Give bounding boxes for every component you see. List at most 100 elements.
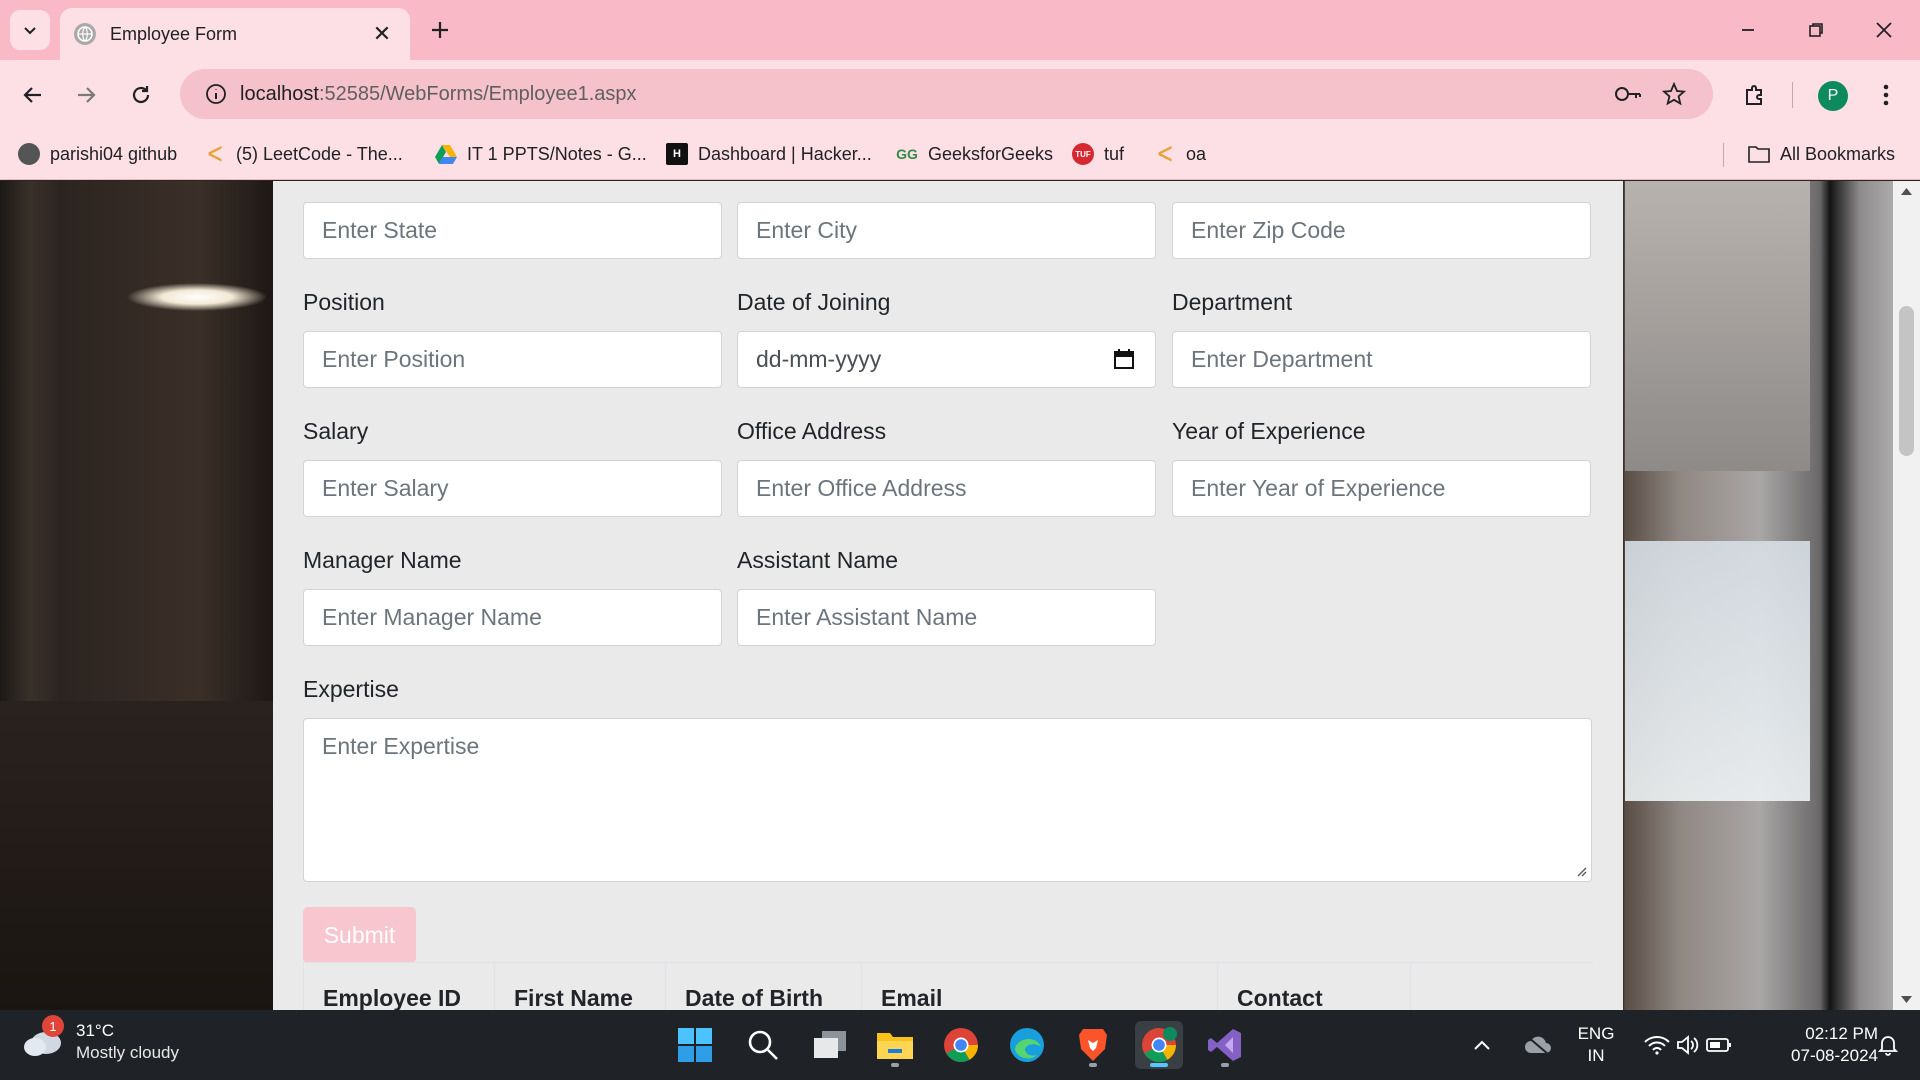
- column-header-email: Email: [861, 963, 942, 1010]
- column-header-contact: Contact: [1217, 963, 1323, 1010]
- plus-icon: [432, 22, 448, 38]
- task-view-button[interactable]: [806, 1021, 854, 1069]
- start-button[interactable]: [671, 1021, 719, 1069]
- bookmark-star-icon[interactable]: [1658, 78, 1690, 110]
- extensions-button[interactable]: [1735, 75, 1775, 115]
- notifications-button[interactable]: [1868, 1021, 1908, 1069]
- page-scrollbar[interactable]: [1893, 181, 1920, 1010]
- reload-icon: [132, 86, 150, 104]
- close-window-button[interactable]: [1856, 12, 1912, 48]
- clock[interactable]: 02:12 PM 07-08-2024: [1758, 1023, 1878, 1067]
- globe-icon: [74, 23, 96, 45]
- running-indicator: [1089, 1063, 1097, 1067]
- edge-icon: [1010, 1028, 1044, 1062]
- file-explorer-app[interactable]: [871, 1021, 919, 1069]
- city-input[interactable]: Enter City: [737, 202, 1156, 259]
- system-status-button[interactable]: [1636, 1021, 1740, 1069]
- assistant-name-input[interactable]: Enter Assistant Name: [737, 589, 1156, 646]
- zip-code-input[interactable]: Enter Zip Code: [1172, 202, 1591, 259]
- arrow-right-icon: [78, 87, 96, 103]
- bookmarks-bar: parishi04 github ᐸ (5) LeetCode - The...…: [0, 129, 1920, 180]
- column-header-employee-id: Employee ID: [303, 963, 461, 1010]
- scroll-down-icon[interactable]: [1901, 996, 1912, 1004]
- browser-tab[interactable]: Employee Form ✕: [60, 8, 410, 60]
- tab-search-button[interactable]: [10, 10, 50, 50]
- back-button[interactable]: [13, 75, 53, 115]
- brave-icon: [1079, 1029, 1107, 1061]
- site-info-icon[interactable]: [192, 70, 240, 118]
- chrome-app[interactable]: [937, 1021, 985, 1069]
- bookmark-label: oa: [1186, 143, 1207, 164]
- language-code: ENG: [1577, 1024, 1615, 1043]
- chrome-icon: [944, 1028, 978, 1062]
- brave-app[interactable]: [1069, 1021, 1117, 1069]
- reload-button[interactable]: [121, 75, 161, 115]
- submit-button[interactable]: Submit: [303, 907, 416, 963]
- chrome-profile-app[interactable]: [1135, 1021, 1183, 1069]
- background-photo: [0, 701, 273, 1010]
- password-key-icon[interactable]: [1612, 78, 1644, 110]
- arrow-left-icon: [23, 87, 41, 103]
- weather-widget[interactable]: 1 31°C Mostly cloudy: [22, 1015, 179, 1064]
- bookmark-tuf[interactable]: TUF tuf: [1072, 141, 1124, 167]
- search-icon: [748, 1030, 778, 1060]
- profile-avatar[interactable]: P: [1818, 81, 1848, 111]
- address-bar[interactable]: localhost:52585/WebForms/Employee1.aspx: [180, 69, 1713, 119]
- cloud-icon: 1: [22, 1015, 64, 1057]
- tuf-icon: TUF: [1072, 143, 1094, 165]
- scrollbar-thumb[interactable]: [1899, 306, 1914, 456]
- onedrive-button[interactable]: [1516, 1021, 1560, 1069]
- year-of-experience-input[interactable]: Enter Year of Experience: [1172, 460, 1591, 517]
- minimize-button[interactable]: [1720, 12, 1776, 48]
- manager-name-input[interactable]: Enter Manager Name: [303, 589, 722, 646]
- bookmark-drive[interactable]: IT 1 PPTS/Notes - G...: [435, 141, 647, 167]
- visual-studio-app[interactable]: [1201, 1021, 1249, 1069]
- state-input[interactable]: Enter State: [303, 202, 722, 259]
- scroll-up-icon[interactable]: [1901, 187, 1912, 195]
- minimize-icon: [1742, 29, 1754, 31]
- wifi-icon: [1644, 1036, 1670, 1055]
- weather-condition: Mostly cloudy: [76, 1043, 179, 1062]
- restore-button[interactable]: [1788, 12, 1844, 48]
- bookmark-label: GeeksforGeeks: [928, 143, 1054, 164]
- bookmark-label: IT 1 PPTS/Notes - G...: [467, 143, 647, 164]
- browser-toolbar: localhost:52585/WebForms/Employee1.aspx …: [0, 60, 1920, 129]
- salary-input[interactable]: Enter Salary: [303, 460, 722, 517]
- position-input[interactable]: Enter Position: [303, 331, 722, 388]
- department-input[interactable]: Enter Department: [1172, 331, 1591, 388]
- forward-button[interactable]: [66, 75, 106, 115]
- date-of-joining-input[interactable]: dd-mm-yyyy: [737, 331, 1156, 388]
- edge-app[interactable]: [1003, 1021, 1051, 1069]
- bookmark-github[interactable]: parishi04 github: [18, 141, 177, 167]
- new-tab-button[interactable]: [424, 14, 456, 46]
- folder-icon: [1748, 143, 1770, 165]
- url-text[interactable]: localhost:52585/WebForms/Employee1.aspx: [240, 83, 637, 106]
- show-hidden-icons-button[interactable]: [1466, 1021, 1498, 1069]
- salary-label: Salary: [303, 418, 369, 444]
- tab-title: Employee Form: [110, 23, 238, 44]
- windows-taskbar: 1 31°C Mostly cloudy ENG IN 02:12 PM 07-…: [0, 1010, 1920, 1080]
- bookmark-label: tuf: [1104, 143, 1125, 164]
- expertise-textarea[interactable]: Enter Expertise: [303, 718, 1592, 882]
- calendar-icon[interactable]: [1113, 348, 1135, 370]
- office-address-label: Office Address: [737, 418, 887, 444]
- manager-name-label: Manager Name: [303, 547, 462, 573]
- office-address-input[interactable]: Enter Office Address: [737, 460, 1156, 517]
- all-bookmarks-button[interactable]: All Bookmarks: [1748, 141, 1895, 167]
- resize-handle-icon[interactable]: [1575, 865, 1587, 877]
- bookmark-gfg[interactable]: GG GeeksforGeeks: [896, 141, 1053, 167]
- bookmark-leetcode[interactable]: ᐸ (5) LeetCode - The...: [204, 141, 403, 167]
- input-language[interactable]: ENG IN: [1576, 1023, 1616, 1067]
- bookmark-label: (5) LeetCode - The...: [236, 143, 403, 164]
- background-photo: [1625, 541, 1810, 801]
- chrome-icon: [1142, 1027, 1177, 1062]
- bookmark-label: parishi04 github: [50, 143, 178, 164]
- bookmark-hackerrank[interactable]: H Dashboard | Hacker...: [666, 141, 872, 167]
- position-label: Position: [303, 289, 385, 315]
- visual-studio-icon: [1208, 1029, 1241, 1061]
- weather-badge: 1: [42, 1015, 64, 1037]
- bookmark-oa[interactable]: ᐸ oa: [1154, 141, 1206, 167]
- search-button[interactable]: [739, 1021, 787, 1069]
- tab-close-icon[interactable]: ✕: [368, 21, 396, 47]
- menu-button[interactable]: [1866, 75, 1906, 115]
